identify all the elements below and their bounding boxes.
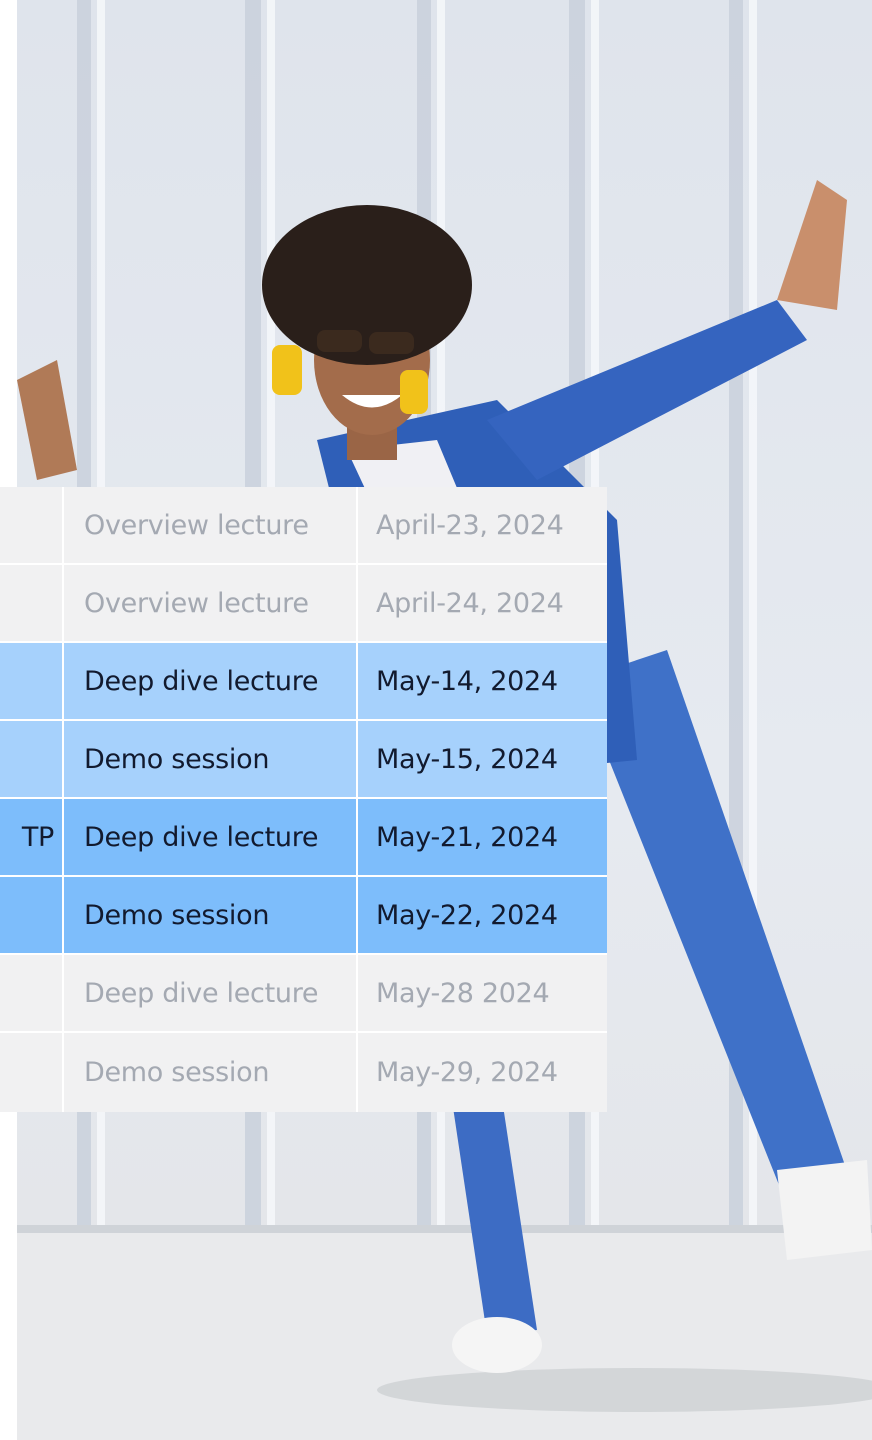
table-row: Deep dive lecture May-28 2024 [0, 955, 607, 1033]
topic-cell [0, 565, 64, 641]
session-cell: Deep dive lecture [64, 955, 358, 1031]
table-row: Demo session May-29, 2024 [0, 1033, 607, 1112]
date-cell: May-29, 2024 [358, 1033, 607, 1112]
topic-cell [0, 643, 64, 719]
date-cell: May-21, 2024 [358, 799, 607, 875]
table-row: Demo session May-15, 2024 [0, 721, 607, 799]
date-cell: May-14, 2024 [358, 643, 607, 719]
session-cell: Overview lecture [64, 487, 358, 563]
table-row: Demo session May-22, 2024 [0, 877, 607, 955]
topic-cell [0, 955, 64, 1031]
table-row: Deep dive lecture May-14, 2024 [0, 643, 607, 721]
table-row: Overview lecture April-24, 2024 [0, 565, 607, 643]
schedule-table: Overview lecture April-23, 2024 Overview… [0, 487, 607, 1112]
topic-cell [0, 1033, 64, 1112]
session-cell: Demo session [64, 721, 358, 797]
table-row: Overview lecture April-23, 2024 [0, 487, 607, 565]
date-cell: April-24, 2024 [358, 565, 607, 641]
table-row: TP Deep dive lecture May-21, 2024 [0, 799, 607, 877]
session-cell: Deep dive lecture [64, 643, 358, 719]
topic-cell [0, 877, 64, 953]
topic-cell [0, 487, 64, 563]
date-cell: May-28 2024 [358, 955, 607, 1031]
session-cell: Deep dive lecture [64, 799, 358, 875]
session-cell: Overview lecture [64, 565, 358, 641]
date-cell: May-22, 2024 [358, 877, 607, 953]
date-cell: May-15, 2024 [358, 721, 607, 797]
session-cell: Demo session [64, 877, 358, 953]
session-cell: Demo session [64, 1033, 358, 1112]
topic-cell [0, 721, 64, 797]
topic-cell: TP [0, 799, 64, 875]
date-cell: April-23, 2024 [358, 487, 607, 563]
